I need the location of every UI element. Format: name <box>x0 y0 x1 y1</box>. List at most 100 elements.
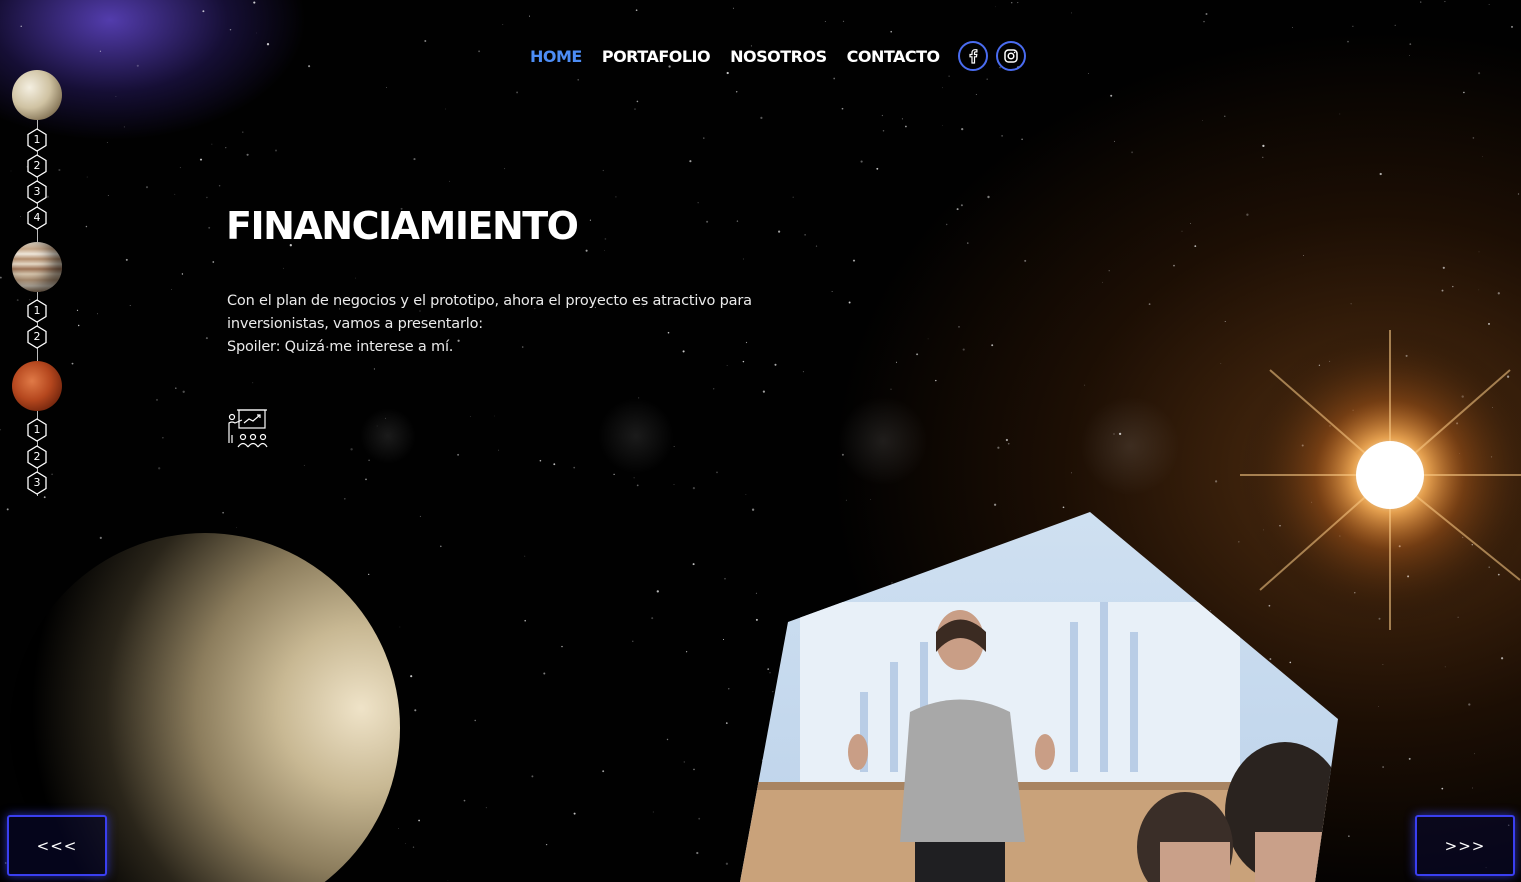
jupiter-planet-button[interactable] <box>12 242 62 292</box>
star-dot <box>673 484 675 486</box>
star-dot <box>1497 292 1500 295</box>
mars-planet-button[interactable] <box>12 361 62 411</box>
star-dot <box>1441 289 1444 292</box>
star-dot <box>308 65 311 68</box>
step-hex-button[interactable]: 1 <box>27 299 47 323</box>
star-dot <box>1084 384 1086 386</box>
step-hex-button[interactable]: 1 <box>27 418 47 442</box>
star-dot <box>19 215 21 217</box>
star-dot <box>136 64 139 67</box>
star-dot <box>202 10 205 13</box>
star-dot <box>589 219 591 221</box>
star-dot <box>666 738 669 741</box>
star-dot <box>222 511 224 514</box>
next-slide-button[interactable]: >>> <box>1415 815 1515 876</box>
bokeh-orb <box>360 408 416 464</box>
star-dot <box>1339 113 1341 115</box>
star-dot <box>71 362 74 365</box>
star-dot <box>211 143 213 145</box>
star-dot <box>354 277 356 279</box>
star-dot <box>175 387 177 389</box>
star-dot <box>545 843 548 846</box>
presentation-icon <box>228 409 268 448</box>
star-dot <box>1468 703 1471 706</box>
star-dot <box>1394 24 1396 27</box>
nav-home-link[interactable]: HOME <box>530 47 582 66</box>
page-title: FINANCIAMIENTO <box>226 204 579 248</box>
star-dot <box>833 77 836 80</box>
star-dot <box>942 87 943 89</box>
star-dot <box>881 114 884 117</box>
nav-contacto-link[interactable]: CONTACTO <box>847 47 941 66</box>
star-dot <box>845 499 847 501</box>
page: HOME PORTAFOLIO NOSOTROS CONTACTO 1 2 3 … <box>0 0 1521 882</box>
star-dot <box>882 129 885 132</box>
nav-portafolio-link[interactable]: PORTAFOLIO <box>602 47 711 66</box>
star-dot <box>76 309 79 311</box>
step-hex-button[interactable]: 2 <box>27 325 47 349</box>
star-dot <box>1442 266 1445 269</box>
star-dot <box>683 761 685 763</box>
star-dot <box>368 573 370 576</box>
step-hex-button[interactable]: 2 <box>27 154 47 178</box>
star-dot <box>860 160 863 163</box>
step-hex-button[interactable]: 4 <box>27 206 47 230</box>
star-dot <box>419 515 421 517</box>
star-dot <box>1517 193 1520 195</box>
star-dot <box>1194 245 1197 248</box>
description-line: Spoiler: Quizá me interese a mí. <box>227 339 454 355</box>
star-dot <box>636 484 639 487</box>
star-dot <box>725 862 729 865</box>
star-dot <box>716 471 718 474</box>
star-dot <box>692 486 696 490</box>
nav-nosotros-link[interactable]: NOSOTROS <box>730 47 827 66</box>
star-dot <box>463 799 466 802</box>
star-dot <box>1110 94 1113 97</box>
instagram-button[interactable] <box>995 41 1026 71</box>
star-dot <box>1488 4 1490 5</box>
star-dot <box>1348 835 1350 837</box>
star-dot <box>1224 115 1226 117</box>
star-dot <box>760 116 763 119</box>
star-dot <box>1292 27 1293 28</box>
star-dot <box>1017 2 1019 4</box>
star-dot <box>696 851 699 855</box>
star-dot <box>732 7 734 9</box>
star-dot <box>735 91 738 93</box>
star-dot <box>156 398 158 401</box>
star-dot <box>1205 13 1208 15</box>
star-dot <box>673 446 675 447</box>
star-dot <box>253 1 256 4</box>
star-dot <box>414 709 417 712</box>
star-dot <box>77 324 80 327</box>
star-dot <box>107 195 109 197</box>
star-dot <box>697 202 699 204</box>
previous-slide-button[interactable]: <<< <box>7 815 107 876</box>
star-dot <box>993 503 997 506</box>
star-dot <box>478 50 481 53</box>
step-hex-button[interactable]: 3 <box>27 180 47 204</box>
star-dot <box>494 415 496 417</box>
star-dot <box>876 167 879 170</box>
step-hex-button[interactable]: 2 <box>27 445 47 469</box>
star-dot <box>604 250 605 251</box>
step-hex-button[interactable]: 1 <box>27 128 47 152</box>
star-dot <box>440 545 442 548</box>
star-dot <box>916 353 919 356</box>
star-dot <box>398 828 399 829</box>
star-dot <box>218 185 221 187</box>
star-dot <box>474 719 476 722</box>
facebook-button[interactable] <box>957 41 988 71</box>
star-dot <box>252 382 254 384</box>
star-dot <box>698 817 701 820</box>
step-hex-button[interactable]: 3 <box>27 471 47 495</box>
star-dot <box>1010 1 1013 4</box>
star-dot <box>524 619 526 622</box>
moon-planet-button[interactable] <box>12 70 62 120</box>
star-dot <box>145 186 149 189</box>
star-dot <box>991 344 994 347</box>
star-dot <box>413 158 416 161</box>
star-dot <box>815 245 818 247</box>
star-dot <box>303 464 305 466</box>
star-dot <box>1452 285 1454 288</box>
